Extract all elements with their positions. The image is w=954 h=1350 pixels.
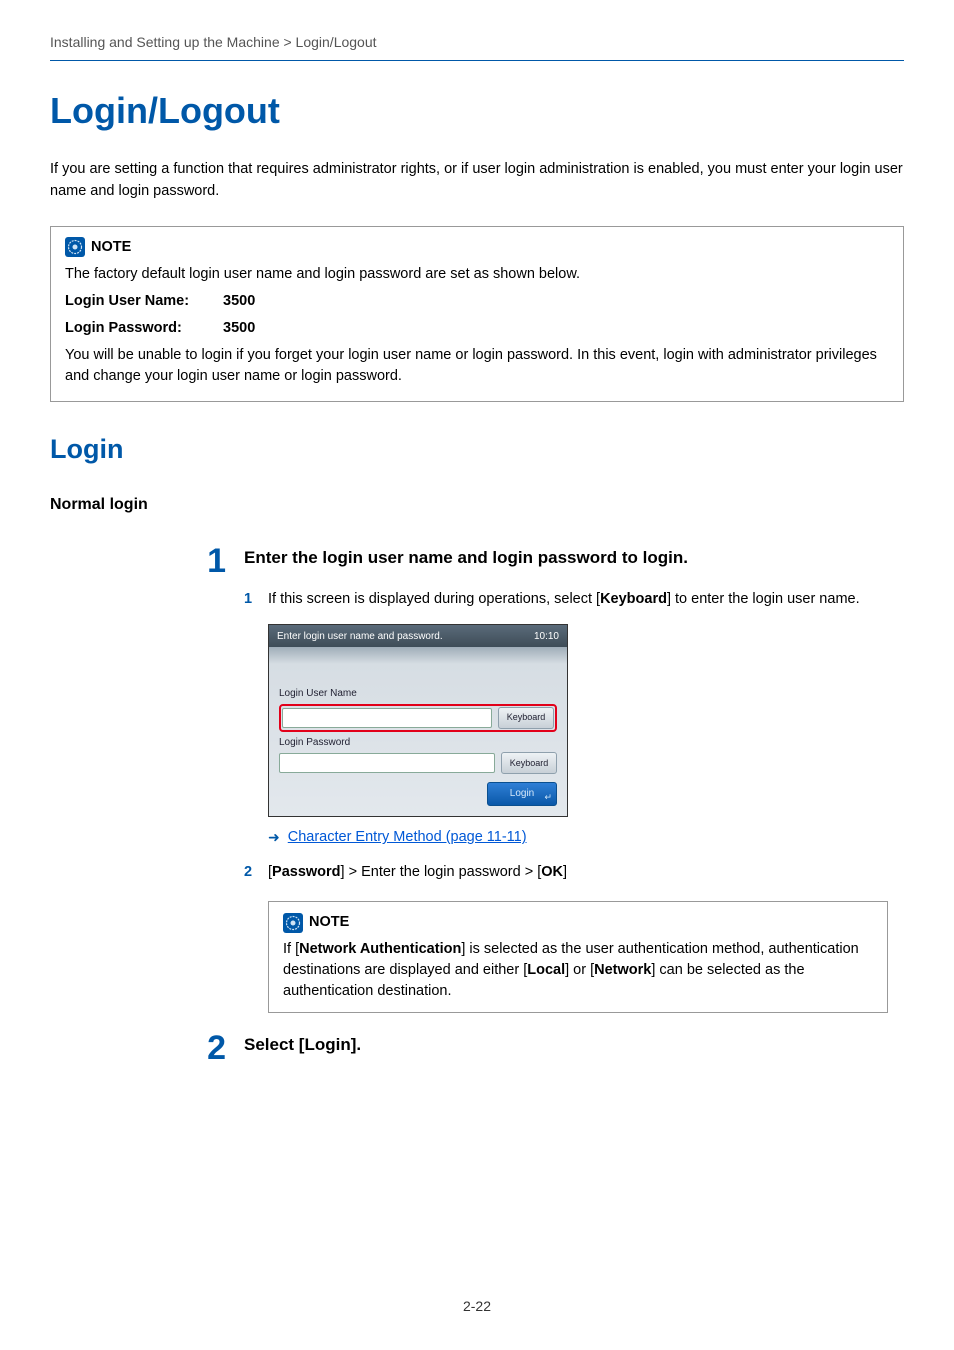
subheading-normal-login: Normal login bbox=[50, 493, 904, 516]
login-username-value: 3500 bbox=[223, 291, 255, 312]
step-2: 2 Select [Login]. bbox=[50, 1033, 904, 1076]
screen-username-label: Login User Name bbox=[279, 687, 557, 702]
credential-row-password: Login Password: 3500 bbox=[65, 318, 889, 339]
screen-header: Enter login user name and password. 10:1… bbox=[269, 625, 567, 648]
screen-time: 10:10 bbox=[534, 630, 559, 645]
step-1-title: Enter the login user name and login pass… bbox=[244, 546, 904, 571]
local-bold: Local bbox=[527, 962, 565, 978]
text-fragment: ] or [ bbox=[565, 962, 594, 978]
section-heading-login: Login bbox=[50, 430, 904, 469]
screen-password-label: Login Password bbox=[279, 736, 557, 751]
login-screen-figure: Enter login user name and password. 10:1… bbox=[268, 624, 904, 818]
note-line-1: The factory default login user name and … bbox=[65, 264, 889, 285]
breadcrumb: Installing and Setting up the Machine > … bbox=[50, 32, 904, 52]
username-input[interactable] bbox=[282, 708, 492, 728]
login-password-value: 3500 bbox=[223, 318, 255, 339]
ok-bold: OK bbox=[541, 864, 563, 880]
text-fragment: If [ bbox=[283, 941, 299, 957]
note-title: NOTE bbox=[91, 237, 131, 258]
note-title: NOTE bbox=[309, 912, 349, 933]
text-fragment: ] bbox=[563, 864, 567, 880]
note-box-factory-defaults: NOTE The factory default login user name… bbox=[50, 226, 904, 402]
note-box-network-auth: NOTE If [Network Authentication] is sele… bbox=[268, 901, 888, 1013]
keyboard-button-username[interactable]: Keyboard bbox=[498, 707, 554, 729]
network-bold: Network bbox=[594, 962, 651, 978]
keyboard-button-password[interactable]: Keyboard bbox=[501, 752, 557, 774]
substep-1-2: 2 [Password] > Enter the login password … bbox=[244, 862, 904, 883]
text-fragment: ] > Enter the login password > [ bbox=[341, 864, 542, 880]
text-fragment: ] to enter the login user name. bbox=[667, 591, 860, 607]
xref-link-row: ➜ Character Entry Method (page 11-11) bbox=[268, 827, 904, 848]
password-row: Keyboard bbox=[279, 752, 557, 774]
note-icon bbox=[65, 237, 85, 257]
substep-1-1-text: If this screen is displayed during opera… bbox=[268, 589, 904, 610]
page-number: 2-22 bbox=[50, 1296, 904, 1316]
login-password-label: Login Password: bbox=[65, 318, 205, 339]
substep-1-2-text: [Password] > Enter the login password > … bbox=[268, 862, 904, 883]
character-entry-link[interactable]: Character Entry Method (page 11-11) bbox=[288, 827, 527, 848]
intro-paragraph: If you are setting a function that requi… bbox=[50, 159, 904, 201]
substep-number: 1 bbox=[244, 589, 258, 610]
login-username-label: Login User Name: bbox=[65, 291, 205, 312]
username-row-highlighted: Keyboard bbox=[279, 704, 557, 732]
substep-1-1: 1 If this screen is displayed during ope… bbox=[244, 589, 904, 610]
note-line-2: You will be unable to login if you forge… bbox=[65, 345, 889, 387]
inner-note-text: If [Network Authentication] is selected … bbox=[283, 939, 873, 1002]
text-fragment: If this screen is displayed during opera… bbox=[268, 591, 600, 607]
screen-header-text: Enter login user name and password. bbox=[277, 630, 443, 645]
substep-number: 2 bbox=[244, 862, 258, 883]
note-icon bbox=[283, 913, 303, 933]
step-1: 1 Enter the login user name and login pa… bbox=[50, 546, 904, 1013]
step-2-title: Select [Login]. bbox=[244, 1033, 904, 1058]
login-button[interactable]: Login bbox=[487, 782, 557, 806]
password-input[interactable] bbox=[279, 753, 495, 773]
arrow-icon: ➜ bbox=[268, 827, 280, 847]
network-auth-bold: Network Authentication bbox=[299, 941, 461, 957]
step-number-2: 2 bbox=[190, 1033, 226, 1076]
step-number-1: 1 bbox=[190, 546, 226, 1013]
keyboard-bold: Keyboard bbox=[600, 591, 667, 607]
credential-row-username: Login User Name: 3500 bbox=[65, 291, 889, 312]
password-bold: Password bbox=[272, 864, 341, 880]
page-title: Login/Logout bbox=[50, 85, 904, 137]
divider-rule bbox=[50, 60, 904, 61]
